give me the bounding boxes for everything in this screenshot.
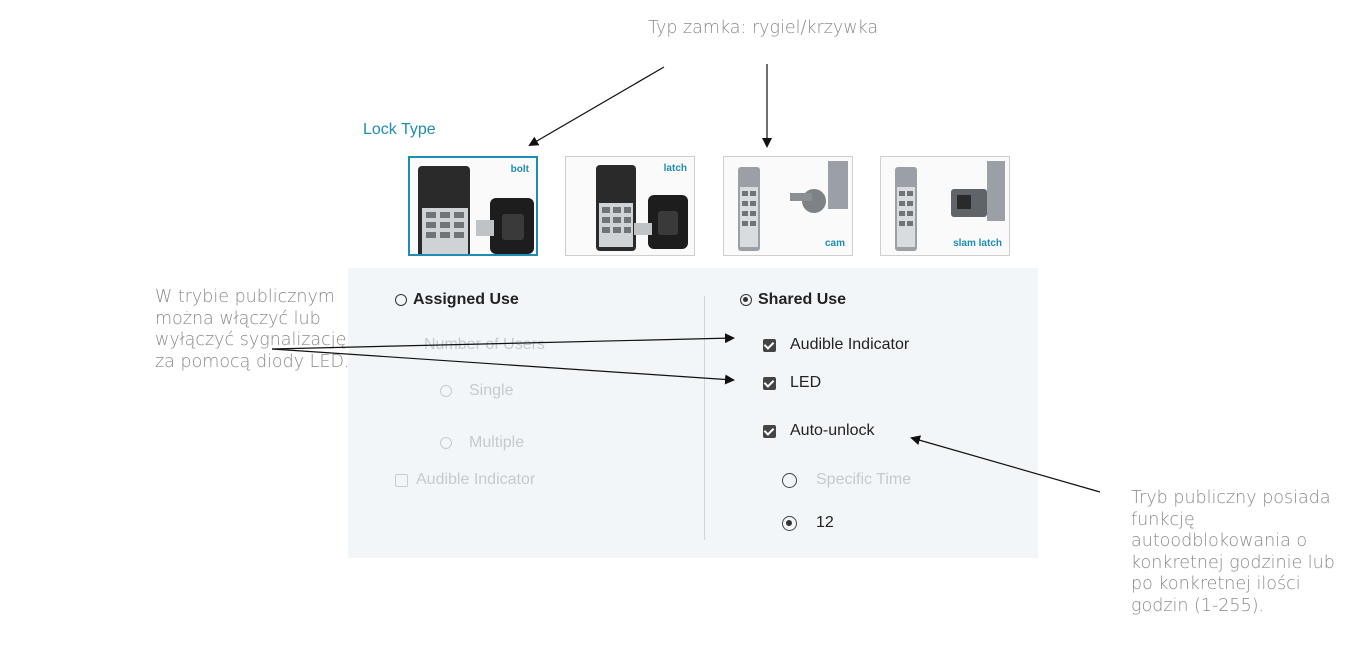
arrow-to-auto-unlock bbox=[910, 435, 1101, 493]
annotation-arrows bbox=[271, 64, 1101, 493]
arrow-to-led bbox=[271, 348, 735, 385]
arrow-to-audible bbox=[271, 333, 735, 350]
arrow-to-bolt bbox=[528, 66, 665, 147]
